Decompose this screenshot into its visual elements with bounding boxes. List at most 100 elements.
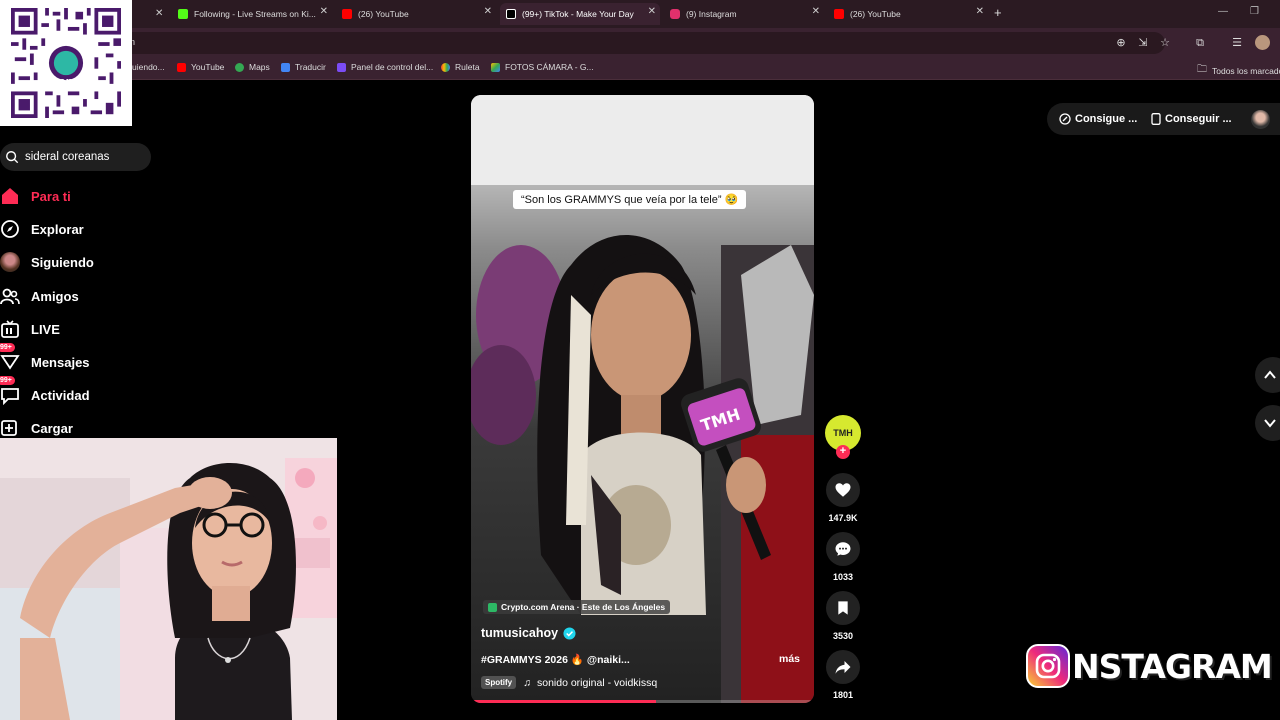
bookmark-star-icon[interactable]: ☆	[1158, 36, 1172, 50]
qr-code-image: yape	[11, 8, 121, 118]
comment-button[interactable]	[826, 532, 860, 566]
streamer-webcam-image	[0, 438, 337, 720]
webcam-overlay	[0, 438, 337, 720]
tab-label: (9) Instagram	[686, 9, 737, 19]
tab-youtube-1[interactable]: (26) YouTube ✕	[336, 3, 496, 25]
maximize-icon[interactable]: ❐	[1250, 6, 1259, 17]
nav-label: Siguiendo	[31, 254, 94, 270]
like-action[interactable]: 147.9K	[826, 473, 860, 523]
get-coins-label: Consigue ...	[1075, 113, 1138, 125]
nav-label: Mensajes	[31, 354, 90, 370]
search-box[interactable]	[0, 143, 151, 171]
bookmark-icon	[838, 601, 848, 615]
translate-icon	[281, 62, 290, 72]
following-avatar	[0, 252, 20, 272]
sound-row[interactable]: Spotify ♫ sonido original - voidkissq	[481, 676, 657, 689]
tab-close-icon[interactable]: ✕	[812, 6, 820, 17]
bookmark-traducir[interactable]: Traducir	[281, 62, 326, 72]
tab-youtube-2[interactable]: (26) YouTube ✕	[828, 3, 988, 25]
bookmark-ruleta[interactable]: Ruleta	[441, 62, 480, 72]
get-app-label: Conseguir ...	[1165, 113, 1232, 125]
user-avatar[interactable]	[1251, 110, 1270, 129]
nav-para-ti[interactable]: Para ti	[0, 184, 71, 208]
spotify-badge[interactable]: Spotify	[481, 676, 517, 689]
tab-instagram[interactable]: (9) Instagram ✕	[664, 3, 824, 25]
bookmark-panel[interactable]: Panel de control del...	[337, 62, 433, 72]
tiktok-icon	[506, 9, 516, 19]
extensions-icon[interactable]: ⧉	[1193, 36, 1207, 50]
next-video-button[interactable]	[1255, 405, 1280, 441]
bookmark-maps[interactable]: Maps	[235, 62, 270, 72]
compass-icon	[0, 219, 20, 239]
tab-close-icon[interactable]: ✕	[648, 6, 656, 17]
activity-badge: 99+	[0, 376, 15, 385]
browser-tab-bar: ✕ Following - Live Streams on Ki... ✕ (2…	[0, 0, 1280, 28]
save-button[interactable]	[826, 591, 860, 625]
activity-icon: 99+	[0, 376, 20, 405]
video-player[interactable]: TMH “Son los GRAMMYS que veía por la tel…	[471, 95, 814, 703]
nav-amigos[interactable]: Amigos	[0, 284, 79, 308]
nav-explorar[interactable]: Explorar	[0, 217, 84, 241]
browser-profile-avatar[interactable]	[1255, 35, 1270, 50]
bookmark-label: uiendo...	[132, 62, 165, 72]
tab-label: (26) YouTube	[850, 9, 901, 19]
yape-brand: yape	[52, 75, 80, 89]
tab-kick[interactable]: Following - Live Streams on Ki... ✕	[172, 3, 332, 25]
heart-icon	[835, 483, 851, 497]
location-icon	[488, 602, 497, 612]
install-app-icon[interactable]: ⇲	[1136, 36, 1150, 50]
location-tag[interactable]: Crypto.com Arena · Este de Los Ángeles	[483, 600, 671, 614]
tab-close-icon[interactable]: ✕	[976, 6, 984, 17]
more-button[interactable]: más	[779, 653, 800, 665]
follow-button[interactable]: +	[836, 445, 850, 459]
save-action[interactable]: 3530	[826, 591, 860, 641]
tab-close-icon[interactable]: ✕	[484, 6, 492, 17]
bookmark-youtube[interactable]: YouTube	[177, 62, 224, 72]
nav-label: Explorar	[31, 221, 84, 237]
maps-icon	[235, 62, 244, 72]
search-input[interactable]	[25, 151, 145, 163]
video-description: #GRAMMYS 2026 🔥 @naiki...	[481, 654, 630, 666]
creator-logo-text: TMH	[833, 428, 853, 438]
creator-username[interactable]: tumusicahoy	[481, 626, 576, 640]
bookmark-item[interactable]: uiendo...	[132, 62, 165, 72]
live-icon	[0, 319, 20, 339]
youtube-icon	[834, 9, 844, 19]
nav-cargar[interactable]: Cargar	[0, 416, 73, 440]
all-bookmarks[interactable]: 🗀 Todos los marcado	[1197, 62, 1280, 79]
share-action[interactable]: 1801	[826, 650, 860, 700]
menu-icon[interactable]: ☰	[1230, 36, 1244, 50]
previous-video-button[interactable]	[1255, 357, 1280, 393]
comment-action[interactable]: 1033	[826, 532, 860, 582]
folder-icon: 🗀	[1197, 64, 1207, 75]
new-tab-button[interactable]: +	[994, 5, 1002, 20]
video-progress-bar[interactable]	[471, 700, 814, 703]
address-bar-row: n	[0, 28, 1280, 58]
tab-tiktok[interactable]: (99+) TikTok - Make Your Day ✕	[500, 3, 660, 25]
nav-label: Para ti	[31, 188, 71, 204]
youtube-icon	[177, 62, 186, 72]
nav-mensajes[interactable]: 99+ Mensajes	[0, 343, 90, 374]
get-coins-button[interactable]: Consigue ...	[1059, 113, 1137, 125]
get-app-button[interactable]: Conseguir ...	[1151, 113, 1232, 125]
progress-fill	[471, 700, 657, 703]
coin-icon	[1059, 113, 1071, 125]
share-button[interactable]	[826, 650, 860, 684]
nav-label: Actividad	[31, 387, 90, 403]
omnibox[interactable]: n	[120, 32, 1165, 54]
bookmark-fotos[interactable]: FOTOS CÁMARA - G...	[491, 62, 594, 72]
bookmark-label: Traducir	[295, 62, 326, 72]
tab-close-icon[interactable]: ✕	[155, 8, 163, 19]
nav-actividad[interactable]: 99+ Actividad	[0, 376, 90, 407]
tab-close-icon[interactable]: ✕	[320, 6, 328, 17]
nav-siguiendo[interactable]: Siguiendo	[0, 250, 94, 274]
nav-live[interactable]: LIVE	[0, 317, 60, 341]
youtube-icon	[342, 9, 352, 19]
like-count: 147.9K	[828, 513, 858, 523]
comment-icon	[835, 542, 851, 556]
minimize-icon[interactable]: —	[1218, 6, 1228, 17]
like-button[interactable]	[826, 473, 860, 507]
chevron-up-icon	[1264, 370, 1276, 379]
instagram-logo-icon	[1026, 644, 1070, 688]
zoom-icon[interactable]: ⊕	[1114, 36, 1128, 50]
